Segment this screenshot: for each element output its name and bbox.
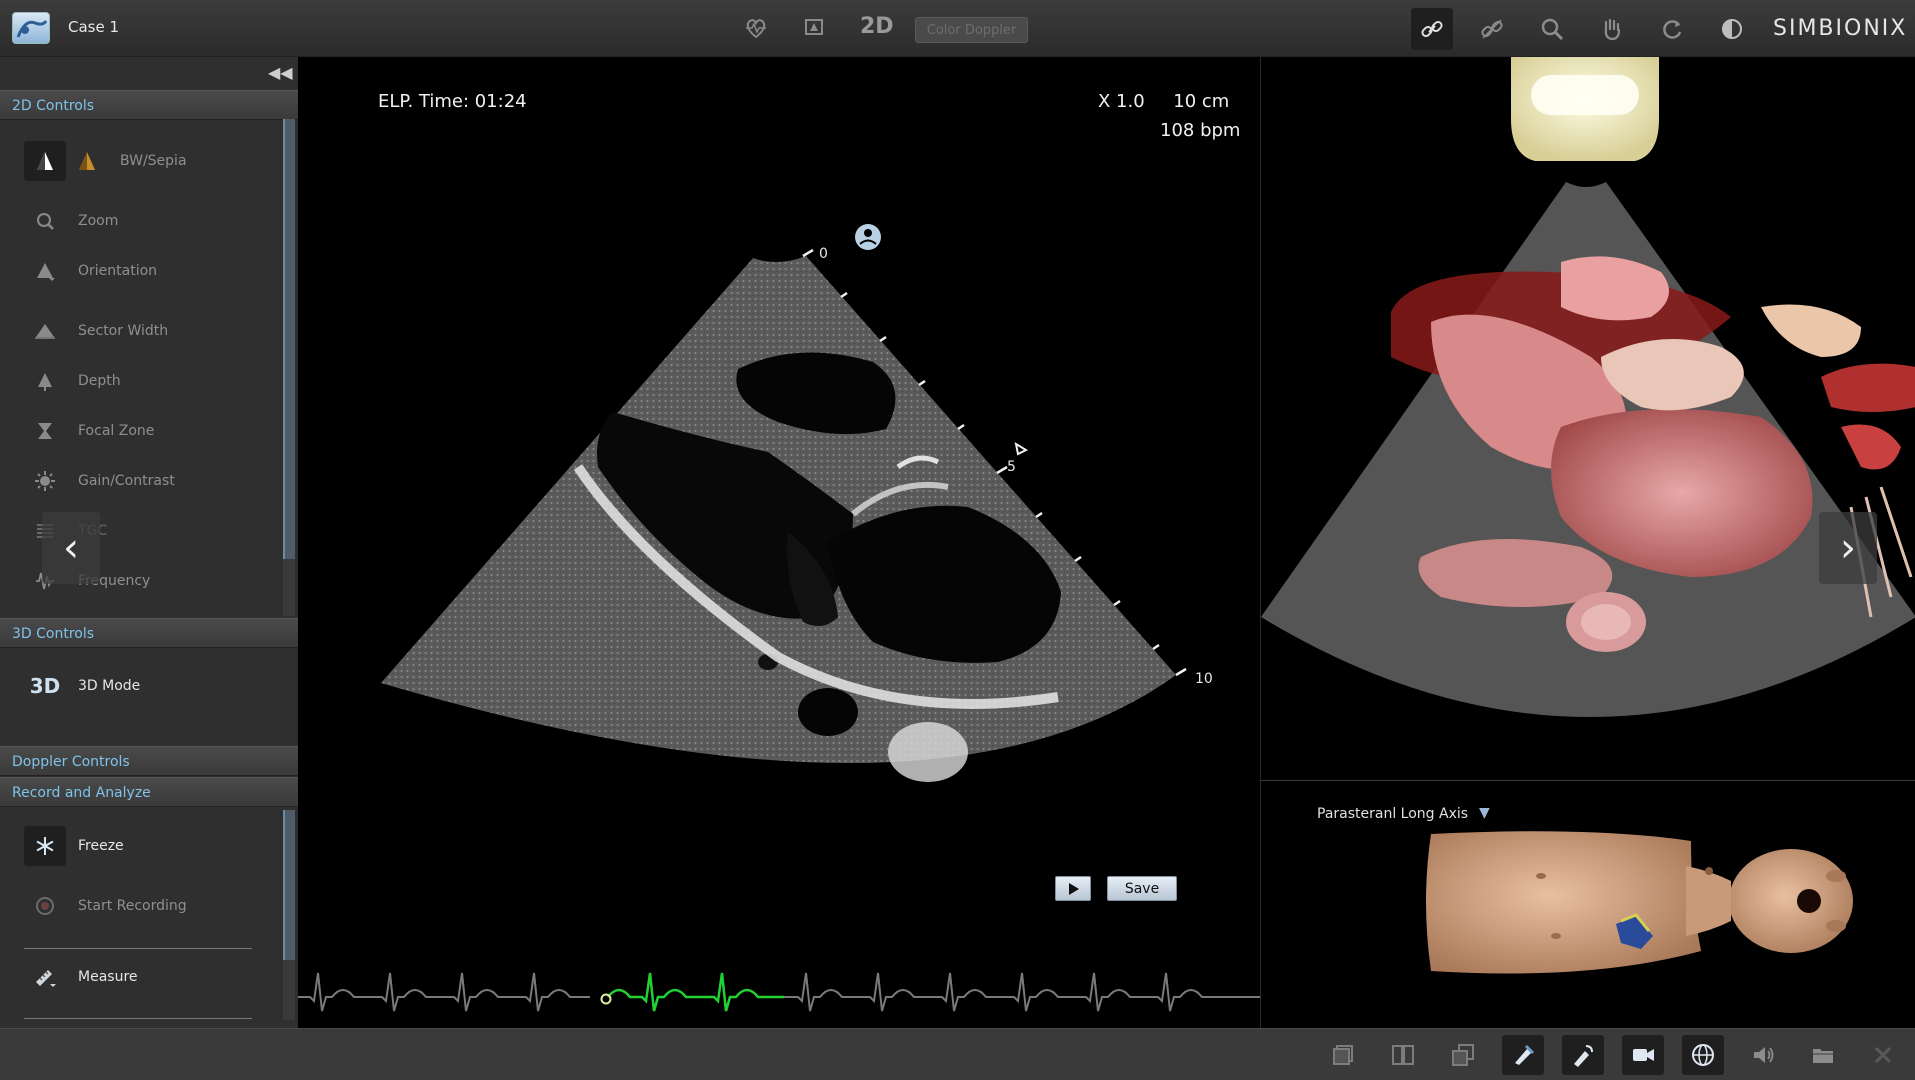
probe-view-icon[interactable]	[1502, 1035, 1544, 1075]
mode-3d-icon: 3D	[29, 674, 61, 698]
control-sector-width[interactable]: Sector Width	[24, 311, 168, 351]
app-logo-icon[interactable]	[12, 12, 50, 44]
control-freeze[interactable]: Freeze	[24, 826, 124, 866]
freeze-label: Freeze	[78, 838, 124, 854]
zoom-icon	[24, 201, 66, 241]
layout-split-icon[interactable]	[1382, 1035, 1424, 1075]
depth-label-5: 5	[1007, 459, 1016, 475]
record-divider	[24, 948, 252, 949]
start-recording-label: Start Recording	[78, 898, 187, 914]
ultrasound-view[interactable]: ELP. Time: 01:24 X 1.0 10 cm 108 bpm 0 5…	[42, 57, 1260, 1028]
section-record-analyze[interactable]: Record and Analyze	[0, 777, 298, 807]
case-title: Case 1	[68, 18, 120, 36]
heart-pulse-icon[interactable]	[738, 10, 774, 46]
mode-2d-button[interactable]: 2D	[860, 14, 894, 39]
collapse-sidebar-icon[interactable]: ◀◀	[268, 63, 293, 82]
hand-icon[interactable]	[1591, 8, 1633, 50]
measure-label: Measure	[78, 969, 138, 985]
probe-tool-icon[interactable]	[1562, 1035, 1604, 1075]
patient-orientation-icon[interactable]	[855, 224, 881, 250]
orientation-icon	[24, 251, 66, 291]
folder-icon[interactable]	[1802, 1035, 1844, 1075]
controls-2d-scrollbar[interactable]	[283, 119, 295, 616]
orientation-label: Orientation	[78, 263, 158, 279]
bw-sepia-label: BW/Sepia	[120, 153, 187, 169]
control-gain-contrast[interactable]: Gain/Contrast	[24, 461, 175, 501]
contrast-icon[interactable]	[1711, 8, 1753, 50]
depth-icon	[24, 361, 66, 401]
unlink-icon[interactable]	[1471, 8, 1513, 50]
depth-label-0: 0	[819, 246, 828, 262]
control-orientation[interactable]: Orientation	[24, 251, 157, 291]
ecg-trace	[298, 972, 1260, 1012]
close-icon[interactable]	[1862, 1035, 1904, 1075]
control-start-recording[interactable]: Start Recording	[24, 886, 187, 926]
play-button[interactable]	[1055, 876, 1091, 901]
heart-3d-view[interactable]: ›	[1260, 57, 1915, 780]
bw-mode-icon[interactable]	[24, 141, 66, 181]
record-scrollbar[interactable]	[283, 810, 295, 1020]
sector-width-icon	[24, 311, 66, 351]
sepia-mode-icon[interactable]	[66, 141, 108, 181]
record-scrollbar-thumb[interactable]	[283, 810, 295, 960]
focal-zone-icon	[24, 411, 66, 451]
scrollbar-thumb[interactable]	[283, 119, 295, 559]
mannequin-model	[1426, 831, 1853, 974]
control-measure[interactable]: Measure	[24, 957, 138, 997]
color-doppler-button[interactable]: Color Doppler	[915, 17, 1028, 43]
section-3d-controls[interactable]: 3D Controls	[0, 618, 298, 648]
depth-label: Depth	[78, 373, 121, 389]
control-bw-sepia[interactable]: BW/Sepia	[24, 141, 187, 181]
globe-icon[interactable]	[1682, 1035, 1724, 1075]
control-depth[interactable]: Depth	[24, 361, 121, 401]
top-toolbar: Case 1 2D Color Doppler SIMBIONIX	[0, 0, 1915, 57]
sector-width-label: Sector Width	[78, 323, 169, 339]
snowflake-icon	[24, 826, 66, 866]
control-zoom[interactable]: Zoom	[24, 201, 118, 241]
focal-zone-label: Focal Zone	[78, 423, 155, 439]
brand-logo: SIMBIONIX	[1773, 16, 1908, 41]
save-button[interactable]: Save	[1107, 876, 1177, 901]
simulator-window: Case 1 2D Color Doppler SIMBIONIX ◀◀ 2D …	[0, 0, 1915, 1080]
magnify-icon[interactable]	[1531, 8, 1573, 50]
probe-marker-icon[interactable]	[796, 10, 832, 46]
control-focal-zone[interactable]: Focal Zone	[24, 411, 154, 451]
next-view-arrow[interactable]: ›	[1819, 512, 1877, 584]
ruler-icon	[24, 957, 66, 997]
link-icon[interactable]	[1411, 8, 1453, 50]
body-probe-view[interactable]: Parasteranl Long Axis ▼	[1260, 780, 1915, 1028]
rotate-icon[interactable]	[1651, 8, 1693, 50]
gain-contrast-label: Gain/Contrast	[78, 473, 175, 489]
depth-label-10: 10	[1195, 671, 1213, 687]
record-icon	[24, 886, 66, 926]
mode-3d-label: 3D Mode	[78, 678, 141, 694]
measure-divider	[24, 1018, 252, 1019]
section-2d-controls[interactable]: 2D Controls	[0, 90, 298, 120]
speaker-icon[interactable]	[1742, 1035, 1784, 1075]
bottom-toolbar	[0, 1028, 1915, 1080]
prev-view-arrow[interactable]: ‹	[42, 512, 100, 584]
section-doppler-controls[interactable]: Doppler Controls	[0, 746, 298, 776]
control-3d-mode[interactable]: 3D 3D Mode	[24, 666, 141, 706]
zoom-label: Zoom	[78, 213, 119, 229]
gain-contrast-icon	[24, 461, 66, 501]
camera-icon[interactable]	[1622, 1035, 1664, 1075]
layout-single-icon[interactable]	[1322, 1035, 1364, 1075]
heart-3d-model	[1261, 57, 1915, 717]
layout-overlap-icon[interactable]	[1442, 1035, 1484, 1075]
